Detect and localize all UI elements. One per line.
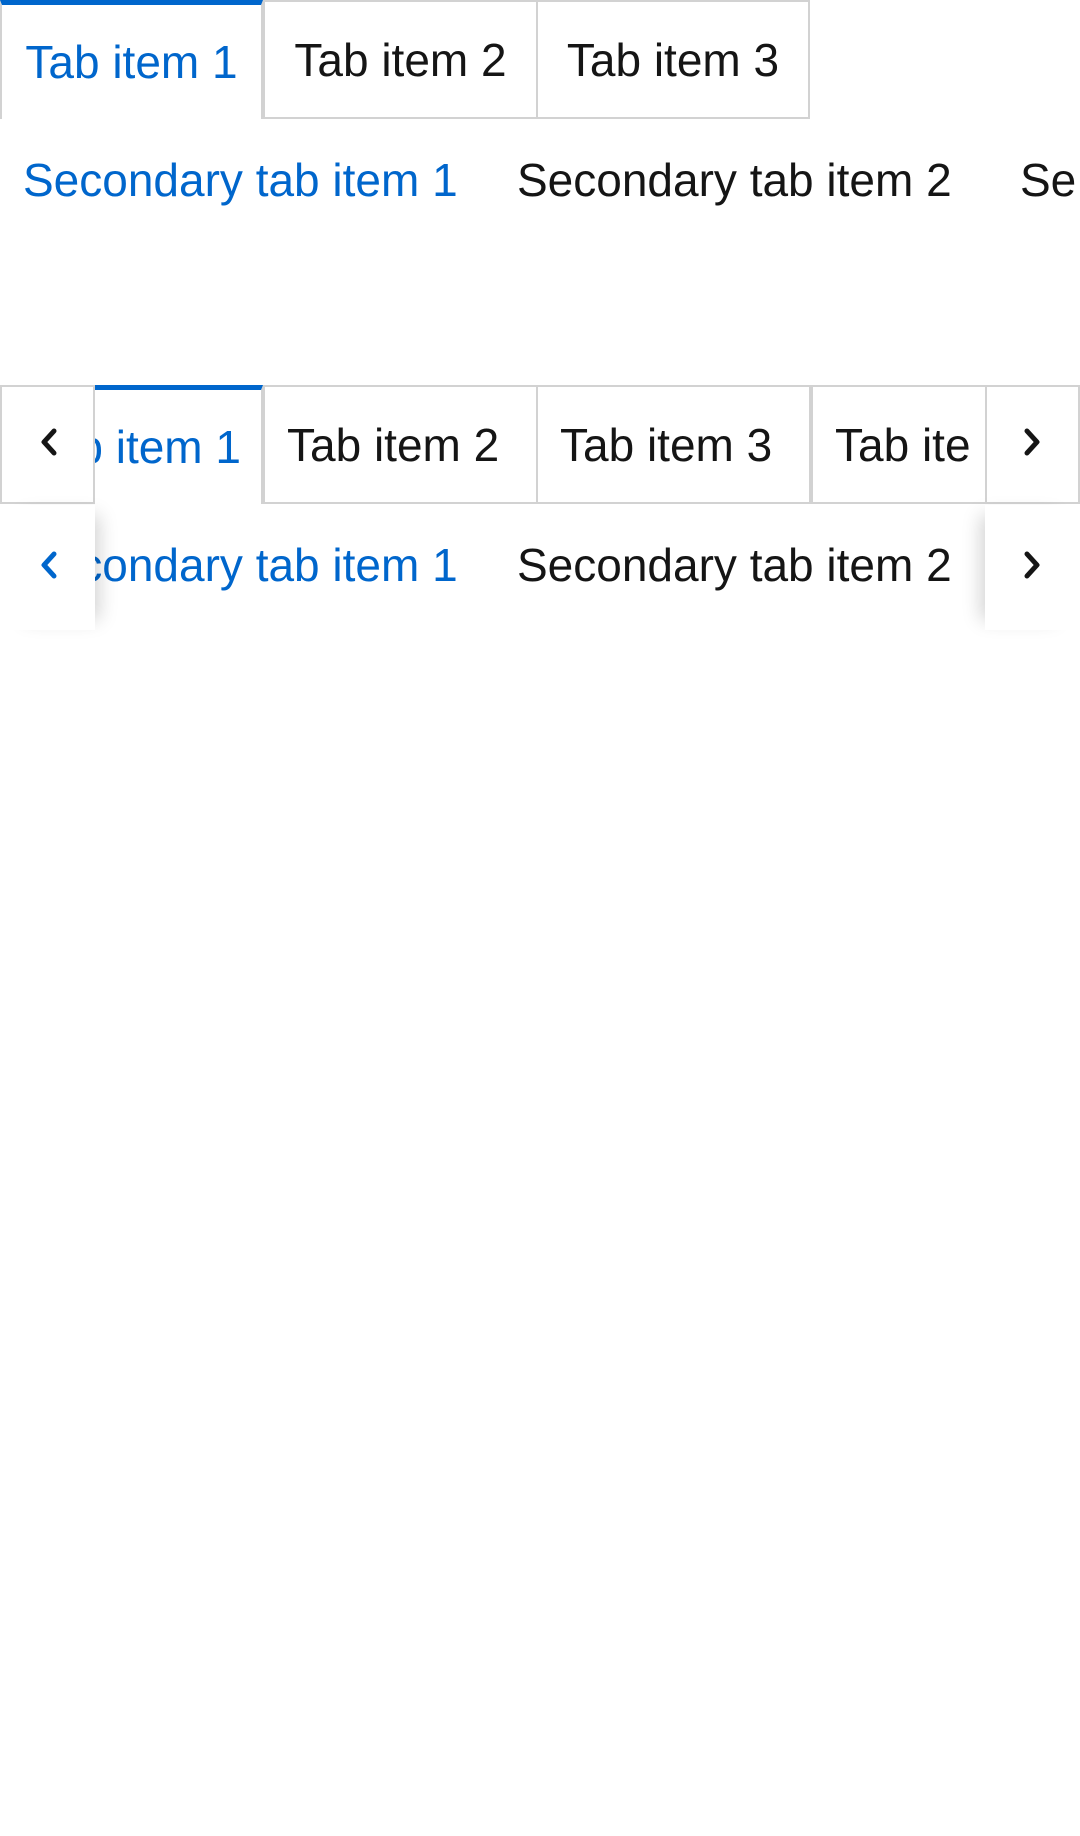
chevron-left-icon xyxy=(37,550,59,585)
primary-tab-track: Tab item 1 Tab item 2 Tab item 3 Tab ite xyxy=(95,385,986,504)
primary-tab-label: Tab item 1 xyxy=(25,36,238,88)
primary-tab-label: Tab ite xyxy=(835,418,971,471)
primary-tab-bar: Tab item 1 Tab item 2 Tab item 3 xyxy=(0,0,1080,119)
primary-tab-label: Tab item 1 xyxy=(95,421,241,473)
secondary-tab-2[interactable]: Secondary tab item 2 xyxy=(517,150,952,210)
primary-tab-3[interactable]: Tab item 3 xyxy=(536,385,811,504)
secondary-tab-track: Secondary tab item 1 Secondary tab item … xyxy=(95,505,986,630)
secondary-tab-1[interactable]: Secondary tab item 1 xyxy=(95,535,458,595)
scroll-right-button[interactable] xyxy=(985,385,1080,504)
secondary-tab-3[interactable]: Se xyxy=(1020,150,1076,210)
secondary-tab-bar-scrollable: Secondary tab item 1 Secondary tab item … xyxy=(0,505,1080,630)
primary-tab-2[interactable]: Tab item 2 xyxy=(263,0,538,119)
chevron-right-icon xyxy=(1022,427,1044,462)
tabs-group-basic: Tab item 1 Tab item 2 Tab item 3 Seconda… xyxy=(0,0,1080,240)
primary-tab-1[interactable]: Tab item 1 xyxy=(95,385,263,504)
secondary-tab-2[interactable]: Secondary tab item 2 xyxy=(517,535,952,595)
tabs-group-scrollable: Tab item 1 Tab item 2 Tab item 3 Tab ite… xyxy=(0,385,1080,635)
secondary-scroll-left-button[interactable] xyxy=(0,505,95,630)
chevron-left-icon xyxy=(37,427,59,462)
primary-tab-label: Tab item 2 xyxy=(287,418,500,471)
primary-tab-2[interactable]: Tab item 2 xyxy=(263,385,538,504)
secondary-tab-1[interactable]: Secondary tab item 1 xyxy=(23,150,458,210)
primary-tab-1[interactable]: Tab item 1 xyxy=(0,0,263,119)
scroll-left-button[interactable] xyxy=(0,385,95,504)
primary-tab-3[interactable]: Tab item 3 xyxy=(536,0,810,119)
primary-tab-bar-scrollable: Tab item 1 Tab item 2 Tab item 3 Tab ite xyxy=(0,385,1080,504)
secondary-tab-bar: Secondary tab item 1 Secondary tab item … xyxy=(0,150,1080,210)
primary-tab-label: Tab item 3 xyxy=(560,418,773,471)
primary-tab-label: Tab item 3 xyxy=(566,33,780,86)
chevron-right-icon xyxy=(1022,550,1044,585)
primary-tab-4[interactable]: Tab ite xyxy=(811,385,986,504)
primary-tab-label: Tab item 2 xyxy=(294,33,507,86)
secondary-scroll-right-button[interactable] xyxy=(985,505,1080,630)
